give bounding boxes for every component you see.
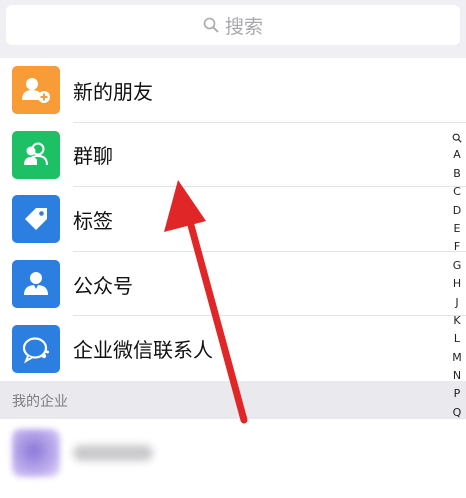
search-placeholder: 搜索	[224, 15, 263, 38]
index-letter[interactable]: D	[450, 202, 464, 220]
tag-icon	[12, 195, 60, 244]
index-letter[interactable]: Q	[450, 404, 464, 422]
index-letter[interactable]: J	[450, 294, 464, 312]
search-icon	[203, 17, 219, 33]
index-letter[interactable]: E	[450, 220, 464, 238]
official-account-icon	[12, 260, 60, 309]
group-chat-icon	[12, 130, 60, 179]
alphabet-index[interactable]: A B C D E F G H J K L M N P Q	[450, 128, 464, 422]
wecom-contact-icon	[12, 324, 60, 373]
section-header: 我的企业	[0, 381, 466, 419]
list-item-official-accounts[interactable]: 公众号	[0, 252, 466, 317]
contacts-screen: 搜索 新的朋友 群聊 标签 公众号 企业微信联系人 我的企业 A B C D E…	[0, 0, 466, 498]
section-title: 我的企业	[12, 394, 68, 410]
index-letter[interactable]: N	[450, 367, 464, 385]
list-item-label: 标签	[73, 208, 113, 233]
list-item-label: 企业微信联系人	[73, 338, 213, 363]
index-letter[interactable]: C	[450, 183, 464, 201]
add-friend-icon	[12, 66, 60, 115]
search-area: 搜索	[0, 0, 466, 58]
company-avatar	[12, 429, 60, 477]
index-letter[interactable]: G	[450, 257, 464, 275]
list-item-label: 新的朋友	[73, 79, 153, 104]
contacts-function-list: 新的朋友 群聊 标签 公众号 企业微信联系人	[0, 58, 466, 381]
list-item-label: 公众号	[73, 273, 133, 298]
index-letter[interactable]: M	[450, 349, 464, 367]
index-letter[interactable]: F	[450, 238, 464, 256]
list-item-label: 群聊	[73, 144, 113, 169]
company-name-blurred	[73, 445, 153, 461]
list-item-wecom-contacts[interactable]: 企业微信联系人	[0, 316, 466, 381]
list-item-group-chats[interactable]: 群聊	[0, 123, 466, 188]
search-input[interactable]: 搜索	[6, 5, 460, 45]
index-letter[interactable]: L	[450, 330, 464, 348]
list-item-tags[interactable]: 标签	[0, 187, 466, 252]
index-letter[interactable]: B	[450, 165, 464, 183]
company-item[interactable]	[0, 419, 466, 498]
index-letter[interactable]: H	[450, 275, 464, 293]
index-search-icon[interactable]	[450, 128, 464, 146]
list-item-new-friends[interactable]: 新的朋友	[0, 58, 466, 123]
index-letter[interactable]: A	[450, 146, 464, 164]
index-letter[interactable]: K	[450, 312, 464, 330]
index-letter[interactable]: P	[450, 385, 464, 403]
